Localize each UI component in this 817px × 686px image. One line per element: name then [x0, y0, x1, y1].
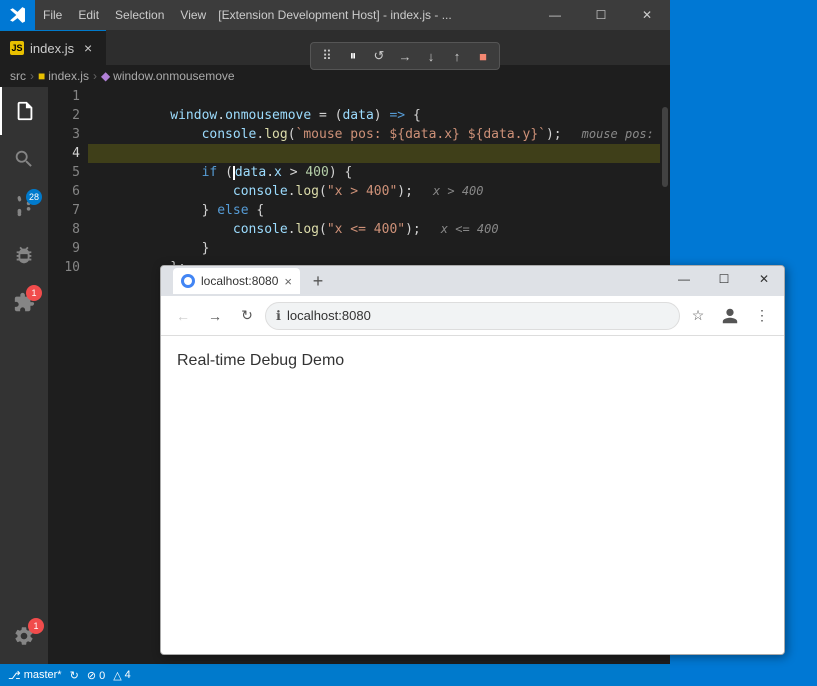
source-control-badge: 28 — [26, 189, 42, 205]
browser-toolbar: ← → ↻ ℹ localhost:8080 ☆ ⋮ — [161, 296, 784, 336]
warning-count: 4 — [125, 669, 131, 681]
browser-title-bar: localhost:8080 × + — ☐ ✕ — [161, 266, 784, 296]
debug-grid-btn[interactable]: ⠿ — [315, 45, 339, 67]
more-btn[interactable]: ⋮ — [748, 302, 776, 330]
sync-icon: ↻ — [70, 669, 79, 682]
browser-tab[interactable]: localhost:8080 × — [173, 268, 300, 294]
url-text: localhost:8080 — [287, 308, 669, 323]
menu-selection[interactable]: Selection — [107, 0, 172, 30]
maximize-button[interactable]: ☐ — [578, 0, 624, 30]
browser-tab-favicon — [181, 274, 195, 288]
activity-source-control[interactable]: 28 — [0, 183, 48, 231]
vscode-logo — [0, 0, 35, 30]
tab-index-js[interactable]: JS index.js × — [0, 30, 106, 65]
info-icon: ℹ — [276, 308, 281, 324]
extensions-badge: 1 — [26, 285, 42, 301]
address-bar[interactable]: ℹ localhost:8080 — [265, 302, 680, 330]
code-line-1: window.onmousemove = (data) => { — [88, 87, 670, 106]
tab-close-btn[interactable]: × — [80, 40, 96, 56]
status-errors[interactable]: ⊘ 0 — [87, 669, 105, 682]
debug-restart-btn[interactable]: ↺ — [367, 45, 391, 67]
activity-extensions[interactable]: 1 — [0, 279, 48, 327]
activity-files[interactable] — [0, 87, 48, 135]
line-numbers: 1 2 3 4 5 6 7 8 9 10 — [48, 87, 88, 277]
menu-edit[interactable]: Edit — [70, 0, 107, 30]
status-bar: ⎇ master* ↻ ⊘ 0 △ 4 — [0, 664, 670, 686]
browser-maximize[interactable]: ☐ — [704, 266, 744, 292]
breadcrumb-src[interactable]: src — [10, 69, 26, 83]
activity-bar: 28 1 1 — [0, 87, 48, 664]
breadcrumb-sep-2: › — [93, 69, 97, 83]
debug-toolbar: ⠿ ⏸ ↺ → ↓ ↑ ■ — [310, 42, 500, 70]
activity-search[interactable] — [0, 135, 48, 183]
minimize-button[interactable]: — — [532, 0, 578, 30]
debug-step-over-btn[interactable]: → — [393, 45, 417, 67]
status-warnings[interactable]: △ 4 — [113, 669, 131, 682]
browser-tab-title: localhost:8080 — [201, 274, 278, 288]
breadcrumb-indexjs[interactable]: ■ index.js — [38, 69, 89, 83]
browser-window-controls: — ☐ ✕ — [664, 266, 784, 292]
breadcrumb-fn-icon: ◆ — [101, 69, 110, 83]
debug-pause-btn[interactable]: ⏸ — [341, 45, 365, 67]
bookmark-btn[interactable]: ☆ — [684, 302, 712, 330]
branch-name: master* — [24, 669, 62, 681]
scrollbar-thumb — [662, 107, 668, 187]
new-tab-btn[interactable]: + — [304, 268, 332, 294]
menu-file[interactable]: File — [35, 0, 70, 30]
browser-content: Real-time Debug Demo — [161, 336, 784, 654]
breadcrumb-file-icon: ■ — [38, 69, 45, 83]
status-sync[interactable]: ↻ — [70, 669, 79, 682]
title-bar-left: File Edit Selection View ... — [0, 0, 240, 30]
tab-bar: ⠿ ⏸ ↺ → ↓ ↑ ■ JS index.js × — [0, 30, 670, 65]
status-branch[interactable]: ⎇ master* — [8, 669, 62, 682]
breadcrumb-function-label: window.onmousemove — [113, 69, 234, 83]
window-controls: — ☐ ✕ — [532, 0, 670, 30]
warning-icon: △ — [113, 669, 121, 682]
title-bar: File Edit Selection View ... [Extension … — [0, 0, 670, 30]
tab-filename: index.js — [30, 41, 74, 56]
debug-step-out-btn[interactable]: ↑ — [445, 45, 469, 67]
branch-icon: ⎇ — [8, 669, 21, 682]
activity-debug[interactable] — [0, 231, 48, 279]
profile-btn[interactable] — [716, 302, 744, 330]
breadcrumb-indexjs-label: index.js — [48, 69, 89, 83]
window-title: [Extension Development Host] - index.js … — [218, 8, 451, 22]
breadcrumb-sep-1: › — [30, 69, 34, 83]
debug-step-into-btn[interactable]: ↓ — [419, 45, 443, 67]
browser-tab-close[interactable]: × — [284, 274, 292, 289]
tab-file-icon: JS — [10, 41, 24, 55]
menu-bar: File Edit Selection View ... — [35, 0, 240, 30]
code-line-4: if (data.x > 400) { — [88, 144, 670, 163]
browser-minimize[interactable]: — — [664, 266, 704, 292]
activity-settings[interactable]: 1 — [0, 612, 48, 660]
reload-btn[interactable]: ↻ — [233, 302, 261, 330]
back-btn[interactable]: ← — [169, 302, 197, 330]
page-heading: Real-time Debug Demo — [177, 352, 768, 370]
debug-stop-btn[interactable]: ■ — [471, 45, 495, 67]
menu-view[interactable]: View — [172, 0, 214, 30]
breadcrumb-function[interactable]: ◆ window.onmousemove — [101, 69, 235, 83]
error-text: ⊘ 0 — [87, 669, 105, 682]
close-button[interactable]: ✕ — [624, 0, 670, 30]
settings-badge: 1 — [28, 618, 44, 634]
browser-window: localhost:8080 × + — ☐ ✕ ← → ↻ ℹ localho… — [160, 265, 785, 655]
forward-btn[interactable]: → — [201, 302, 229, 330]
browser-close[interactable]: ✕ — [744, 266, 784, 292]
